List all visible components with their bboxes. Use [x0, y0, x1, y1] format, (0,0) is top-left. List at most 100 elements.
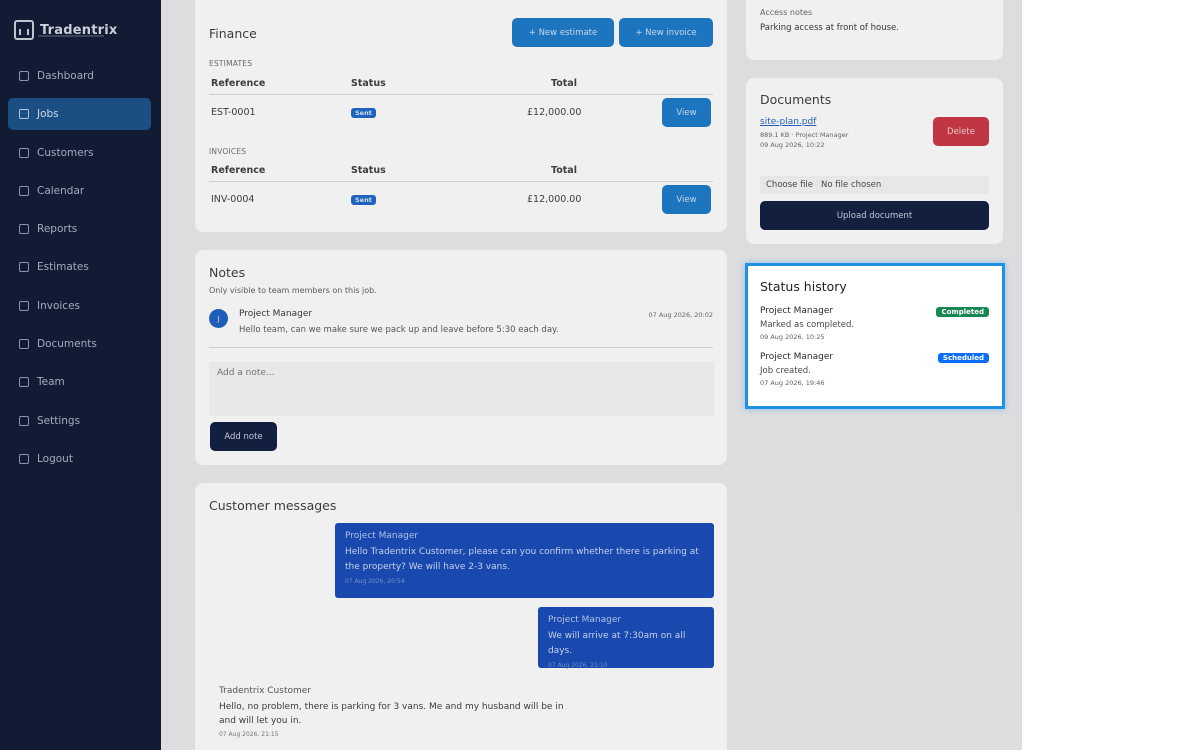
sidebar-item-label: Team: [37, 376, 65, 389]
status-entry-author: Project Manager: [760, 306, 834, 316]
message-text: We will arrive at 7:30am on all days.: [548, 631, 686, 656]
notes-divider: [209, 347, 713, 348]
sidebar-item-invoices[interactable]: Invoices: [8, 290, 151, 322]
view-estimate-button[interactable]: View: [662, 98, 711, 127]
brand-tagline-line: [38, 35, 104, 37]
sidebar-item-logout[interactable]: Logout: [8, 443, 151, 475]
sidebar-item-reports[interactable]: Reports: [8, 213, 151, 245]
sidebar-item-label: Documents: [37, 338, 97, 351]
invoices-divider: [209, 181, 713, 182]
document-date: 09 Aug 2026, 10:22: [760, 141, 825, 149]
sidebar-item-label: Dashboard: [37, 70, 94, 82]
finance-title: Finance: [209, 26, 257, 41]
message-text: Hello, no problem, there is parking for …: [219, 702, 564, 726]
sidebar-nav: Dashboard Jobs Customers Calendar Report…: [8, 60, 151, 481]
estimate-reference: EST-0001: [211, 107, 256, 118]
brand[interactable]: Tradentrix: [14, 20, 117, 40]
add-note-button[interactable]: Add note: [210, 422, 277, 451]
estimates-col-total: Total: [551, 78, 577, 89]
sidebar-item-settings[interactable]: Settings: [8, 405, 151, 437]
documents-title: Documents: [760, 92, 832, 107]
briefcase-icon: [19, 109, 29, 120]
estimates-label: ESTIMATES: [209, 59, 253, 68]
sidebar-item-documents[interactable]: Documents: [8, 328, 151, 360]
message-text: Hello Tradentrix Customer, please can yo…: [345, 547, 699, 572]
document-icon: [19, 262, 29, 273]
message-author: Tradentrix Customer: [219, 686, 311, 696]
upload-document-button[interactable]: Upload document: [760, 201, 989, 230]
invoices-label: INVOICES: [209, 147, 247, 156]
status-entry-time: 07 Aug 2026, 19:46: [760, 379, 825, 387]
message-time: 07 Aug 2026, 21:15: [219, 731, 279, 738]
status-entry-description: Marked as completed.: [760, 320, 855, 330]
right-margin: [1022, 0, 1200, 750]
invoice-icon: [19, 300, 29, 311]
sidebar-item-calendar[interactable]: Calendar: [8, 175, 151, 207]
message-bubble: Project Manager Hello Tradentrix Custome…: [335, 523, 714, 598]
sidebar-item-label: Invoices: [37, 299, 81, 312]
message-time: 07 Aug 2026, 21:10: [548, 662, 608, 669]
new-estimate-button[interactable]: + New estimate: [512, 18, 614, 47]
sidebar-item-customers[interactable]: Customers: [8, 137, 151, 169]
status-entry-description: Job created.: [760, 366, 811, 376]
document-meta: 889.1 KB · Project Manager: [760, 131, 849, 139]
notes-subtitle: Only visible to team members on this job…: [209, 286, 377, 295]
delete-document-button[interactable]: Delete: [933, 117, 989, 146]
message-author: Project Manager: [548, 615, 622, 625]
brand-logo-icon: [14, 20, 34, 40]
message-time: 07 Aug 2026, 20:54: [345, 578, 405, 585]
sidebar-item-label: Reports: [37, 223, 78, 236]
status-badge-scheduled: Scheduled: [937, 353, 989, 363]
notes-card: Notes Only visible to team members on th…: [195, 250, 727, 465]
documents-card: Documents site-plan.pdf 889.1 KB · Proje…: [746, 78, 1003, 244]
access-notes-card: Access notes Parking access at front of …: [746, 0, 1003, 60]
access-notes-label: Access notes: [760, 8, 813, 17]
sidebar-item-label: Customers: [37, 146, 94, 159]
finance-card: Finance + New estimate + New invoice EST…: [195, 0, 727, 232]
sidebar-item-label: Calendar: [37, 184, 85, 197]
status-history-card: Status history Project Manager Completed…: [745, 263, 1005, 409]
sidebar-item-label: Jobs: [37, 108, 59, 121]
file-chooser[interactable]: Choose file No file chosen: [760, 176, 989, 194]
sidebar-item-dashboard[interactable]: Dashboard: [8, 60, 151, 92]
estimate-total: £12,000.00: [527, 107, 582, 118]
sidebar-item-team[interactable]: Team: [8, 366, 151, 398]
new-invoice-button[interactable]: + New invoice: [619, 18, 713, 47]
sidebar: Tradentrix Dashboard Jobs Customers Cale…: [0, 0, 161, 750]
choose-file-button[interactable]: Choose file: [760, 180, 819, 190]
dashboard-icon: [19, 71, 29, 81]
note-input[interactable]: [209, 362, 714, 416]
message-author: Project Manager: [345, 531, 419, 541]
status-entry-time: 09 Aug 2026, 10:25: [760, 333, 825, 341]
estimates-col-reference: Reference: [211, 78, 266, 89]
message-bubble: Project Manager We will arrive at 7:30am…: [538, 607, 714, 669]
folder-icon: [19, 339, 29, 350]
sidebar-item-label: Logout: [37, 452, 73, 465]
notes-title: Notes: [209, 265, 246, 280]
users-icon: [19, 147, 29, 158]
invoice-reference: INV-0004: [211, 194, 255, 205]
sidebar-item-estimates[interactable]: Estimates: [8, 251, 151, 283]
invoices-col-reference: Reference: [211, 165, 266, 176]
bar-chart-icon: [19, 224, 29, 235]
status-entry-author: Project Manager: [760, 352, 834, 362]
customer-messages-card: Customer messages Project Manager Hello …: [195, 483, 727, 750]
invoice-total: £12,000.00: [527, 194, 582, 205]
messages-title: Customer messages: [209, 498, 337, 513]
status-badge: Sent: [351, 108, 376, 118]
message-incoming: Tradentrix Customer Hello, no problem, t…: [219, 686, 579, 738]
no-file-chosen-text: No file chosen: [821, 180, 882, 190]
logout-icon: [19, 453, 29, 464]
sidebar-item-label: Estimates: [37, 261, 89, 274]
note-time: 07 Aug 2026, 20:02: [648, 311, 713, 319]
invoices-col-status: Status: [351, 165, 386, 176]
status-badge-completed: Completed: [936, 307, 989, 317]
team-icon: [19, 377, 29, 388]
view-invoice-button[interactable]: View: [662, 185, 711, 214]
sidebar-item-jobs[interactable]: Jobs: [8, 98, 151, 131]
estimates-divider: [209, 94, 713, 95]
access-notes-value: Parking access at front of house.: [760, 23, 899, 33]
estimates-col-status: Status: [351, 78, 386, 89]
status-history-title: Status history: [760, 279, 847, 294]
document-link[interactable]: site-plan.pdf: [760, 117, 816, 127]
